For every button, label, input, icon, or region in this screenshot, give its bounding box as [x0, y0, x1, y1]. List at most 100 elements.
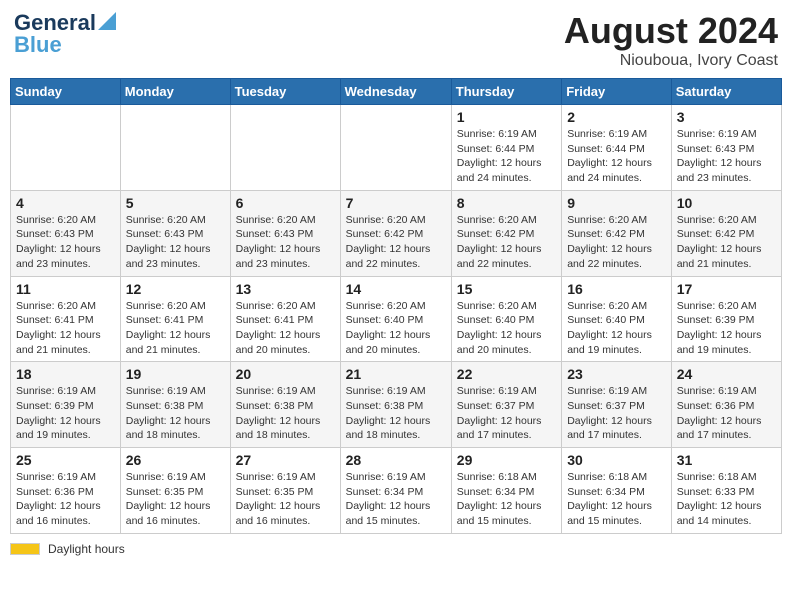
day-number: 27 [236, 452, 335, 468]
day-number: 22 [457, 366, 556, 382]
day-info: Sunrise: 6:19 AMSunset: 6:37 PMDaylight:… [567, 384, 666, 443]
day-info: Sunrise: 6:20 AMSunset: 6:42 PMDaylight:… [567, 213, 666, 272]
calendar-cell: 11Sunrise: 6:20 AMSunset: 6:41 PMDayligh… [11, 276, 121, 362]
day-number: 3 [677, 109, 776, 125]
day-number: 1 [457, 109, 556, 125]
calendar-cell: 16 Sunrise: 6:20 AMSunset: 6:40 PMDayligh… [562, 276, 672, 362]
logo-icon [98, 12, 116, 30]
page-subtitle: Niouboua, Ivory Coast [564, 52, 778, 70]
day-info: Sunrise: 6:18 AMSunset: 6:34 PMDaylight:… [567, 470, 666, 529]
day-info: Sunrise: 6:18 AMSunset: 6:34 PMDaylight:… [457, 470, 556, 529]
day-number: 7 [346, 195, 446, 211]
calendar-cell: 31 Sunrise: 6:18 AMSunset: 6:33 PMDayligh… [671, 448, 781, 534]
calendar-cell [11, 105, 121, 191]
day-info: Sunrise: 6:20 AMSunset: 6:41 PMDaylight:… [126, 299, 225, 358]
calendar-cell: 3 Sunrise: 6:19 AMSunset: 6:43 PMDaylight… [671, 105, 781, 191]
day-info: Sunrise: 6:19 AMSunset: 6:38 PMDaylight:… [236, 384, 335, 443]
day-number: 4 [16, 195, 115, 211]
day-number: 10 [677, 195, 776, 211]
header-saturday: Saturday [671, 79, 781, 105]
daylight-label: Daylight hours [48, 542, 125, 556]
calendar-cell: 13Sunrise: 6:20 AMSunset: 6:41 PMDayligh… [230, 276, 340, 362]
day-number: 12 [126, 281, 225, 297]
day-info: Sunrise: 6:19 AMSunset: 6:38 PMDaylight:… [346, 384, 446, 443]
calendar-cell: 1 Sunrise: 6:19 AMSunset: 6:44 PMDaylight… [451, 105, 561, 191]
calendar-cell [120, 105, 230, 191]
page-title: August 2024 [564, 10, 778, 52]
calendar-cell: 18 Sunrise: 6:19 AMSunset: 6:39 PMDayligh… [11, 362, 121, 448]
calendar-week-row: 1 Sunrise: 6:19 AMSunset: 6:44 PMDaylight… [11, 105, 782, 191]
day-number: 9 [567, 195, 666, 211]
header-tuesday: Tuesday [230, 79, 340, 105]
day-number: 24 [677, 366, 776, 382]
day-number: 30 [567, 452, 666, 468]
calendar-cell: 14 Sunrise: 6:20 AMSunset: 6:40 PMDayligh… [340, 276, 451, 362]
day-number: 2 [567, 109, 666, 125]
calendar-cell: 30 Sunrise: 6:18 AMSunset: 6:34 PMDayligh… [562, 448, 672, 534]
day-number: 23 [567, 366, 666, 382]
day-info: Sunrise: 6:19 AMSunset: 6:44 PMDaylight:… [567, 127, 666, 186]
calendar-cell [340, 105, 451, 191]
calendar-footer: Daylight hours [10, 542, 782, 556]
day-number: 28 [346, 452, 446, 468]
calendar-cell: 6 Sunrise: 6:20 AMSunset: 6:43 PMDaylight… [230, 190, 340, 276]
day-info: Sunrise: 6:19 AMSunset: 6:37 PMDaylight:… [457, 384, 556, 443]
day-info: Sunrise: 6:20 AMSunset: 6:40 PMDaylight:… [457, 299, 556, 358]
day-number: 26 [126, 452, 225, 468]
header-monday: Monday [120, 79, 230, 105]
calendar-cell: 22 Sunrise: 6:19 AMSunset: 6:37 PMDayligh… [451, 362, 561, 448]
logo-text-blue: Blue [14, 32, 62, 58]
header-friday: Friday [562, 79, 672, 105]
day-info: Sunrise: 6:20 AMSunset: 6:43 PMDaylight:… [16, 213, 115, 272]
day-number: 31 [677, 452, 776, 468]
day-number: 18 [16, 366, 115, 382]
calendar-cell: 20 Sunrise: 6:19 AMSunset: 6:38 PMDayligh… [230, 362, 340, 448]
calendar-cell: 26 Sunrise: 6:19 AMSunset: 6:35 PMDayligh… [120, 448, 230, 534]
day-number: 16 [567, 281, 666, 297]
day-number: 19 [126, 366, 225, 382]
calendar-cell: 21Sunrise: 6:19 AMSunset: 6:38 PMDayligh… [340, 362, 451, 448]
calendar-cell: 23 Sunrise: 6:19 AMSunset: 6:37 PMDayligh… [562, 362, 672, 448]
calendar-cell: 5Sunrise: 6:20 AMSunset: 6:43 PMDaylight… [120, 190, 230, 276]
day-number: 14 [346, 281, 446, 297]
day-info: Sunrise: 6:19 AMSunset: 6:36 PMDaylight:… [677, 384, 776, 443]
calendar-cell: 12 Sunrise: 6:20 AMSunset: 6:41 PMDayligh… [120, 276, 230, 362]
header-wednesday: Wednesday [340, 79, 451, 105]
calendar-week-row: 25Sunrise: 6:19 AMSunset: 6:36 PMDayligh… [11, 448, 782, 534]
day-info: Sunrise: 6:20 AMSunset: 6:43 PMDaylight:… [236, 213, 335, 272]
day-info: Sunrise: 6:20 AMSunset: 6:40 PMDaylight:… [567, 299, 666, 358]
day-number: 29 [457, 452, 556, 468]
day-info: Sunrise: 6:19 AMSunset: 6:43 PMDaylight:… [677, 127, 776, 186]
logo: General Blue [14, 10, 116, 58]
header-thursday: Thursday [451, 79, 561, 105]
calendar-cell: 4 Sunrise: 6:20 AMSunset: 6:43 PMDaylight… [11, 190, 121, 276]
calendar-cell: 24 Sunrise: 6:19 AMSunset: 6:36 PMDayligh… [671, 362, 781, 448]
calendar-cell: 25Sunrise: 6:19 AMSunset: 6:36 PMDayligh… [11, 448, 121, 534]
calendar-cell: 15Sunrise: 6:20 AMSunset: 6:40 PMDayligh… [451, 276, 561, 362]
day-info: Sunrise: 6:19 AMSunset: 6:38 PMDaylight:… [126, 384, 225, 443]
day-info: Sunrise: 6:20 AMSunset: 6:40 PMDaylight:… [346, 299, 446, 358]
day-info: Sunrise: 6:20 AMSunset: 6:39 PMDaylight:… [677, 299, 776, 358]
day-number: 13 [236, 281, 335, 297]
calendar-cell: 28 Sunrise: 6:19 AMSunset: 6:34 PMDayligh… [340, 448, 451, 534]
day-number: 8 [457, 195, 556, 211]
day-info: Sunrise: 6:19 AMSunset: 6:35 PMDaylight:… [126, 470, 225, 529]
day-number: 20 [236, 366, 335, 382]
day-info: Sunrise: 6:20 AMSunset: 6:42 PMDaylight:… [677, 213, 776, 272]
day-number: 17 [677, 281, 776, 297]
calendar-cell: 29 Sunrise: 6:18 AMSunset: 6:34 PMDayligh… [451, 448, 561, 534]
header-sunday: Sunday [11, 79, 121, 105]
calendar-cell: 17 Sunrise: 6:20 AMSunset: 6:39 PMDayligh… [671, 276, 781, 362]
calendar-week-row: 11Sunrise: 6:20 AMSunset: 6:41 PMDayligh… [11, 276, 782, 362]
day-info: Sunrise: 6:20 AMSunset: 6:42 PMDaylight:… [346, 213, 446, 272]
day-info: Sunrise: 6:19 AMSunset: 6:44 PMDaylight:… [457, 127, 556, 186]
day-info: Sunrise: 6:19 AMSunset: 6:39 PMDaylight:… [16, 384, 115, 443]
page-header: General Blue August 2024 Niouboua, Ivory… [10, 10, 782, 70]
day-info: Sunrise: 6:19 AMSunset: 6:34 PMDaylight:… [346, 470, 446, 529]
day-info: Sunrise: 6:18 AMSunset: 6:33 PMDaylight:… [677, 470, 776, 529]
day-number: 25 [16, 452, 115, 468]
daylight-bar-icon [10, 543, 40, 555]
title-block: August 2024 Niouboua, Ivory Coast [564, 10, 778, 70]
calendar-cell: 8Sunrise: 6:20 AMSunset: 6:42 PMDaylight… [451, 190, 561, 276]
day-number: 6 [236, 195, 335, 211]
